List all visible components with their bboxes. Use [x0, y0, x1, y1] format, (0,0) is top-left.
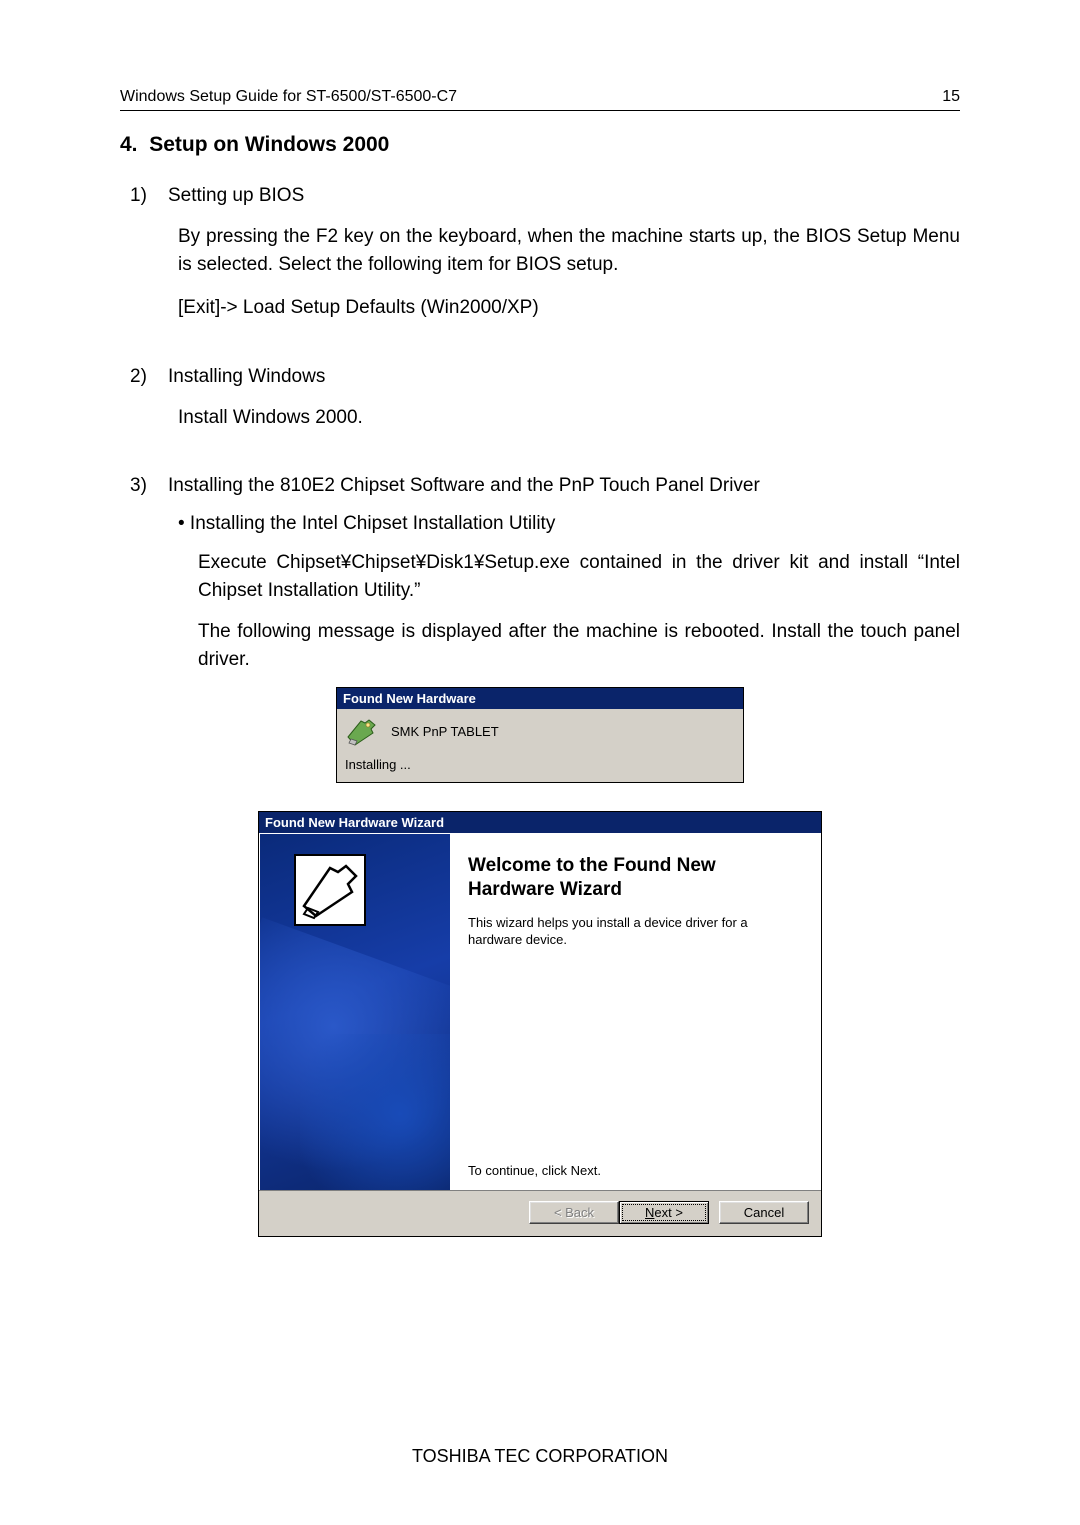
page-header: Windows Setup Guide for ST-6500/ST-6500-…	[120, 88, 960, 106]
page-number: 15	[942, 88, 960, 106]
section-number: 4.	[120, 133, 138, 156]
list-item: 3) Installing the 810E2 Chipset Software…	[120, 475, 960, 497]
list-item: 2) Installing Windows	[120, 366, 960, 388]
paragraph: The following message is displayed after…	[198, 618, 960, 673]
bullet: • Installing the Intel Chipset Installat…	[178, 513, 960, 535]
next-button[interactable]: Next >	[619, 1201, 709, 1224]
doc-title: Windows Setup Guide for ST-6500/ST-6500-…	[120, 88, 457, 106]
section-heading: Setup on Windows 2000	[149, 133, 389, 156]
back-button: < Back	[529, 1201, 619, 1224]
paragraph: By pressing the F2 key on the keyboard, …	[178, 223, 960, 278]
found-new-hardware-wizard-dialog: Found New Hardware Wizard Welcome to the…	[258, 811, 822, 1237]
dialog-title: Found New Hardware Wizard	[259, 812, 821, 833]
cancel-button[interactable]: Cancel	[719, 1201, 809, 1224]
back-button-label: < Back	[554, 1205, 594, 1220]
item-number: 1)	[120, 185, 168, 207]
wizard-heading: Welcome to the Found New Hardware Wizard	[468, 854, 801, 902]
found-new-hardware-dialog: Found New Hardware SMK PnP TABLET Instal…	[336, 687, 744, 783]
installing-status: Installing ...	[345, 757, 735, 772]
wizard-hardware-icon	[294, 854, 366, 926]
wizard-description: This wizard helps you install a device d…	[468, 914, 801, 949]
wizard-main-panel: Welcome to the Found New Hardware Wizard…	[450, 834, 821, 1190]
list-item: 1) Setting up BIOS	[120, 185, 960, 207]
dialog-title: Found New Hardware	[337, 688, 743, 709]
section-title: 4. Setup on Windows 2000	[120, 133, 960, 157]
item-label: Setting up BIOS	[168, 185, 304, 207]
wizard-sidebar-image	[260, 834, 450, 1190]
device-name: SMK PnP TABLET	[391, 724, 499, 739]
paragraph: [Exit]-> Load Setup Defaults (Win2000/XP…	[178, 294, 960, 322]
paragraph: Execute Chipset¥Chipset¥Disk1¥Setup.exe …	[198, 549, 960, 604]
document-page: Windows Setup Guide for ST-6500/ST-6500-…	[0, 0, 1080, 1237]
cancel-button-label: Cancel	[744, 1205, 784, 1220]
item-label: Installing Windows	[168, 366, 325, 388]
next-button-label: Next >	[645, 1205, 683, 1220]
wizard-button-bar: < Back Next > Cancel	[259, 1190, 821, 1236]
item-number: 2)	[120, 366, 168, 388]
page-footer: TOSHIBA TEC CORPORATION	[0, 1446, 1080, 1467]
item-label: Installing the 810E2 Chipset Software an…	[168, 475, 760, 497]
hardware-icon	[345, 715, 381, 747]
header-divider	[120, 110, 960, 111]
wizard-continue-text: To continue, click Next.	[468, 1163, 801, 1178]
item-number: 3)	[120, 475, 168, 497]
paragraph: Install Windows 2000.	[178, 404, 960, 432]
